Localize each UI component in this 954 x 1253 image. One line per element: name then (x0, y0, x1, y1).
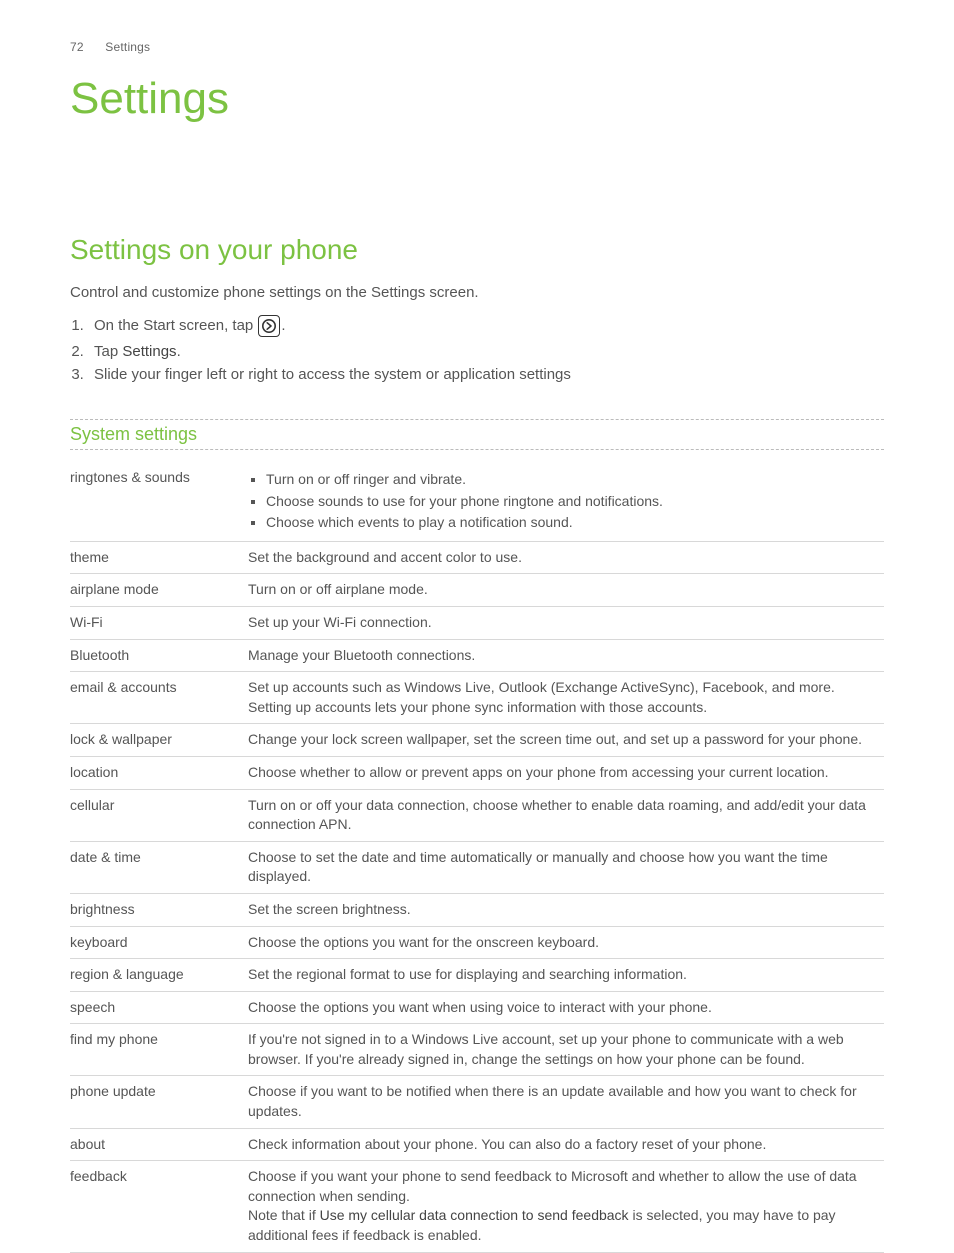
step-1-prefix: On the Start screen, tap (94, 317, 257, 334)
step-2: Tap Settings. (88, 343, 884, 360)
list-item: Choose which events to play a notificati… (266, 513, 876, 533)
table-row: feedbackChoose if you want your phone to… (70, 1161, 884, 1252)
row-description: Choose the options you want when using v… (248, 991, 884, 1024)
row-label: airplane mode (70, 574, 248, 607)
row-description: Set the regional format to use for displ… (248, 959, 884, 992)
table-row: airplane modeTurn on or off airplane mod… (70, 574, 884, 607)
table-row: find my phoneIf you're not signed in to … (70, 1024, 884, 1076)
step-1: On the Start screen, tap . (88, 315, 884, 337)
row-label: brightness (70, 893, 248, 926)
step-2-prefix: Tap (94, 343, 122, 360)
row-label: feedback (70, 1161, 248, 1252)
table-row: region & languageSet the regional format… (70, 959, 884, 992)
row-bullets: Turn on or off ringer and vibrate.Choose… (248, 470, 876, 533)
feedback-line2: Note that if Use my cellular data connec… (248, 1206, 876, 1245)
row-description: Set the screen brightness. (248, 893, 884, 926)
row-description: Choose if you want to be notified when t… (248, 1076, 884, 1128)
row-description: Choose if you want your phone to send fe… (248, 1161, 884, 1252)
row-description: Set up your Wi-Fi connection. (248, 606, 884, 639)
row-description: Turn on or off your data connection, cho… (248, 789, 884, 841)
row-description: Set up accounts such as Windows Live, Ou… (248, 672, 884, 724)
table-row: Wi-FiSet up your Wi-Fi connection. (70, 606, 884, 639)
document-page: 72 Settings Settings Settings on your ph… (0, 0, 954, 1235)
table-row: lock & wallpaperChange your lock screen … (70, 724, 884, 757)
table-row: BluetoothManage your Bluetooth connectio… (70, 639, 884, 672)
row-label: lock & wallpaper (70, 724, 248, 757)
running-title: Settings (105, 40, 150, 54)
row-label: region & language (70, 959, 248, 992)
row-label: theme (70, 541, 248, 574)
row-label: cellular (70, 789, 248, 841)
row-description: If you're not signed in to a Windows Liv… (248, 1024, 884, 1076)
row-label: about (70, 1128, 248, 1161)
row-description: Manage your Bluetooth connections. (248, 639, 884, 672)
row-label: phone update (70, 1076, 248, 1128)
step-1-suffix: . (281, 317, 285, 334)
row-label: location (70, 756, 248, 789)
row-label: ringtones & sounds (70, 462, 248, 541)
list-item: Choose sounds to use for your phone ring… (266, 492, 876, 512)
row-label: date & time (70, 841, 248, 893)
table-row: keyboardChoose the options you want for … (70, 926, 884, 959)
page-title: Settings (70, 74, 884, 124)
subsection-heading: System settings (70, 419, 884, 450)
settings-table: ringtones & soundsTurn on or off ringer … (70, 462, 884, 1253)
row-description: Turn on or off ringer and vibrate.Choose… (248, 462, 884, 541)
feedback-line1: Choose if you want your phone to send fe… (248, 1167, 876, 1206)
table-row: ringtones & soundsTurn on or off ringer … (70, 462, 884, 541)
table-row: brightnessSet the screen brightness. (70, 893, 884, 926)
step-2-bold: Settings (122, 343, 176, 360)
feedback-line2-bold: Use my cellular data connection to send … (320, 1207, 629, 1223)
row-label: find my phone (70, 1024, 248, 1076)
row-label: Wi-Fi (70, 606, 248, 639)
page-header: 72 Settings (70, 40, 884, 54)
page-number: 72 (70, 40, 84, 54)
steps-list: On the Start screen, tap . Tap Settings.… (88, 315, 884, 383)
row-label: speech (70, 991, 248, 1024)
step-2-suffix: . (177, 343, 181, 360)
row-description: Choose to set the date and time automati… (248, 841, 884, 893)
table-row: aboutCheck information about your phone.… (70, 1128, 884, 1161)
row-description: Set the background and accent color to u… (248, 541, 884, 574)
row-label: keyboard (70, 926, 248, 959)
row-description: Check information about your phone. You … (248, 1128, 884, 1161)
row-label: Bluetooth (70, 639, 248, 672)
table-row: date & timeChoose to set the date and ti… (70, 841, 884, 893)
table-row: speechChoose the options you want when u… (70, 991, 884, 1024)
list-item: Turn on or off ringer and vibrate. (266, 470, 876, 490)
feedback-line2-prefix: Note that if (248, 1207, 320, 1223)
table-row: themeSet the background and accent color… (70, 541, 884, 574)
row-description: Change your lock screen wallpaper, set t… (248, 724, 884, 757)
table-row: email & accountsSet up accounts such as … (70, 672, 884, 724)
table-row: phone updateChoose if you want to be not… (70, 1076, 884, 1128)
section-heading: Settings on your phone (70, 234, 884, 266)
table-row: cellularTurn on or off your data connect… (70, 789, 884, 841)
arrow-right-circle-icon (258, 315, 280, 337)
table-row: locationChoose whether to allow or preve… (70, 756, 884, 789)
row-description: Choose the options you want for the onsc… (248, 926, 884, 959)
row-description: Choose whether to allow or prevent apps … (248, 756, 884, 789)
row-description: Turn on or off airplane mode. (248, 574, 884, 607)
intro-paragraph: Control and customize phone settings on … (70, 284, 884, 301)
step-3: Slide your finger left or right to acces… (88, 366, 884, 383)
row-label: email & accounts (70, 672, 248, 724)
